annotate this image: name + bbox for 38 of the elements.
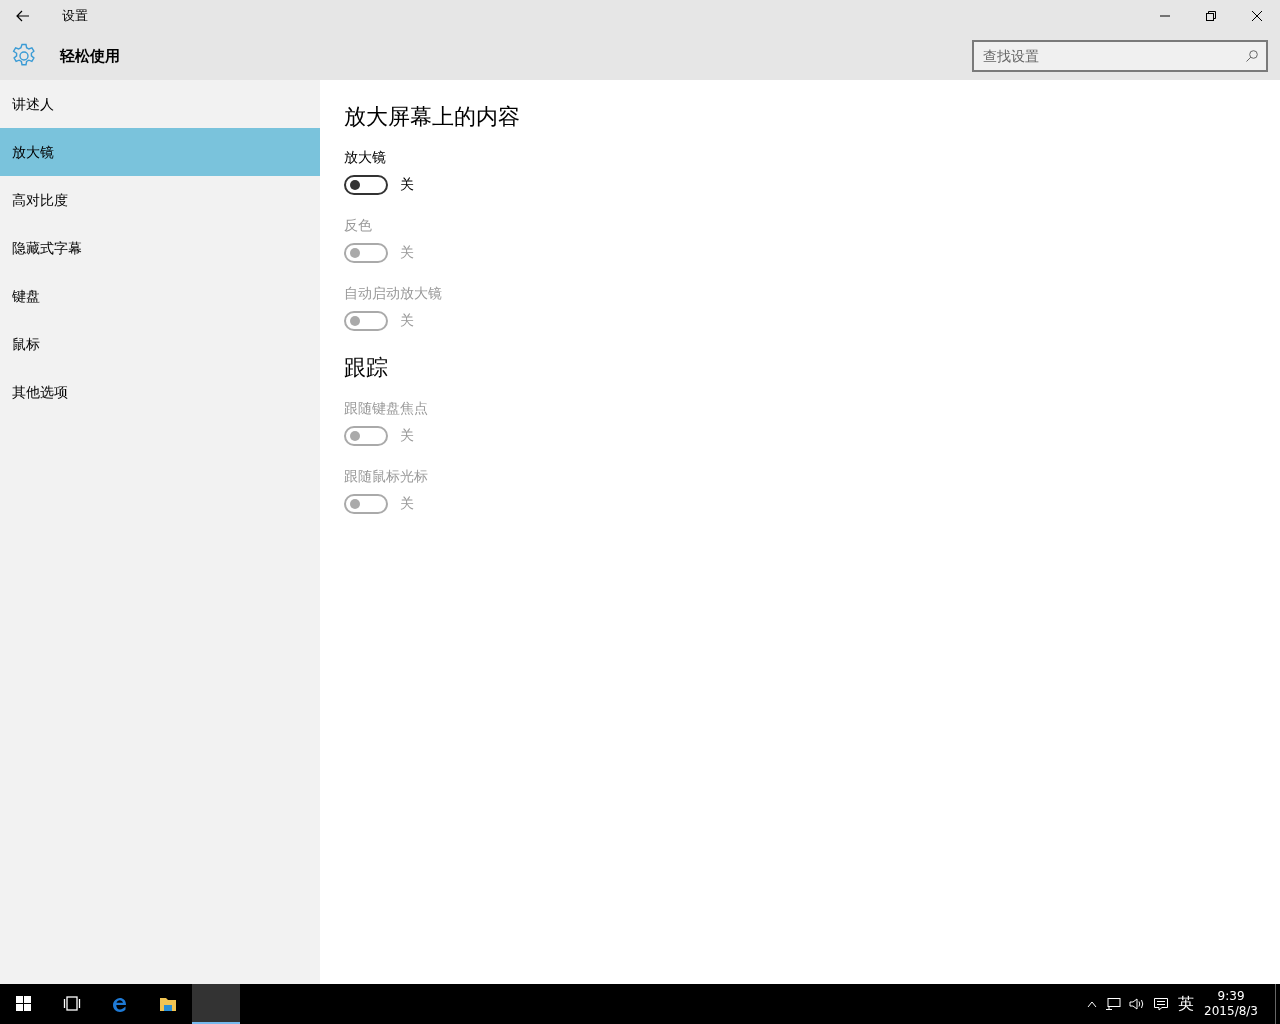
sidebar-item[interactable]: 讲述人: [0, 80, 320, 128]
network-icon[interactable]: [1105, 997, 1122, 1011]
section-heading: 放大屏幕上的内容: [344, 103, 521, 131]
toggle-switch[interactable]: [344, 174, 388, 195]
setting-label: 跟随键盘焦点: [344, 399, 429, 418]
input-language-button[interactable]: 英: [1177, 991, 1196, 1017]
window-title: 设置: [62, 7, 88, 26]
back-arrow-icon[interactable]: [16, 10, 30, 22]
chevron-up-icon[interactable]: [1087, 1000, 1098, 1008]
message-icon[interactable]: [1153, 997, 1170, 1011]
sidebar-item[interactable]: 高对比度: [0, 176, 320, 224]
task-view-icon: [63, 995, 81, 1013]
section-heading: 跟踪: [344, 354, 389, 382]
toggle-state-text: 关: [400, 494, 414, 513]
sidebar-item[interactable]: 放大镜: [0, 128, 320, 176]
speaker-icon[interactable]: [1129, 997, 1146, 1011]
clock-button[interactable]: 9:39 2015/8/3: [1203, 988, 1259, 1020]
sidebar-item[interactable]: 键盘: [0, 272, 320, 320]
setting-label: 自动启动放大镜: [344, 284, 443, 303]
sidebar-item[interactable]: 其他选项: [0, 368, 320, 416]
sidebar-item[interactable]: 鼠标: [0, 320, 320, 368]
restore-icon[interactable]: [1206, 11, 1216, 21]
search-field[interactable]: 查找设置: [972, 40, 1268, 72]
setting-label: 跟随鼠标光标: [344, 467, 429, 486]
windows-logo-icon: [15, 995, 33, 1013]
page-title: 轻松使用: [60, 45, 120, 67]
letter-e-icon: [111, 995, 129, 1013]
toggle-state-text: 关: [400, 243, 414, 262]
folder-icon: [159, 995, 177, 1013]
toggle-state-text: 关: [400, 175, 414, 194]
setting-label: 反色: [344, 216, 373, 235]
close-icon[interactable]: [1252, 11, 1262, 21]
taskbar-button[interactable]: [192, 984, 240, 1024]
search-icon[interactable]: [1246, 50, 1258, 62]
setting-label: 放大镜: [344, 148, 387, 167]
toggle-state-text: 关: [400, 311, 414, 330]
toggle-state-text: 关: [400, 426, 414, 445]
sidebar-item[interactable]: 隐藏式字幕: [0, 224, 320, 272]
